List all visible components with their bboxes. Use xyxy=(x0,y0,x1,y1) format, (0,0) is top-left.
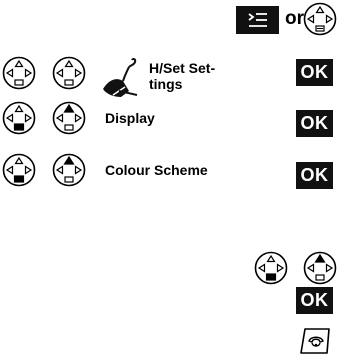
control-key-icon[interactable] xyxy=(52,56,86,90)
control-key-down-icon[interactable] xyxy=(254,251,288,285)
control-key-icon[interactable] xyxy=(2,56,36,90)
control-key-down-icon[interactable] xyxy=(2,101,36,135)
step-text-line2: tings xyxy=(149,76,183,92)
step-text-display: Display xyxy=(105,110,155,126)
step-text-handset-settings: H/Set Set- tings xyxy=(149,60,215,92)
ok-button[interactable]: OK xyxy=(296,110,333,137)
step-text-colour-scheme: Colour Scheme xyxy=(105,162,208,178)
control-key-up-icon[interactable] xyxy=(303,251,337,285)
end-call-key-icon[interactable] xyxy=(299,327,331,355)
ok-button[interactable]: OK xyxy=(296,59,333,86)
menu-key-icon[interactable] xyxy=(236,6,279,34)
control-key-icon[interactable] xyxy=(303,2,337,36)
control-key-down-icon[interactable] xyxy=(2,153,36,187)
step-text-line1: H/Set Set- xyxy=(149,60,216,76)
ok-button[interactable]: OK xyxy=(296,287,333,314)
or-text: or xyxy=(285,8,304,29)
handset-settings-icon xyxy=(103,57,138,97)
ok-button[interactable]: OK xyxy=(296,162,333,189)
control-key-up-icon[interactable] xyxy=(52,101,86,135)
control-key-up-icon[interactable] xyxy=(52,153,86,187)
